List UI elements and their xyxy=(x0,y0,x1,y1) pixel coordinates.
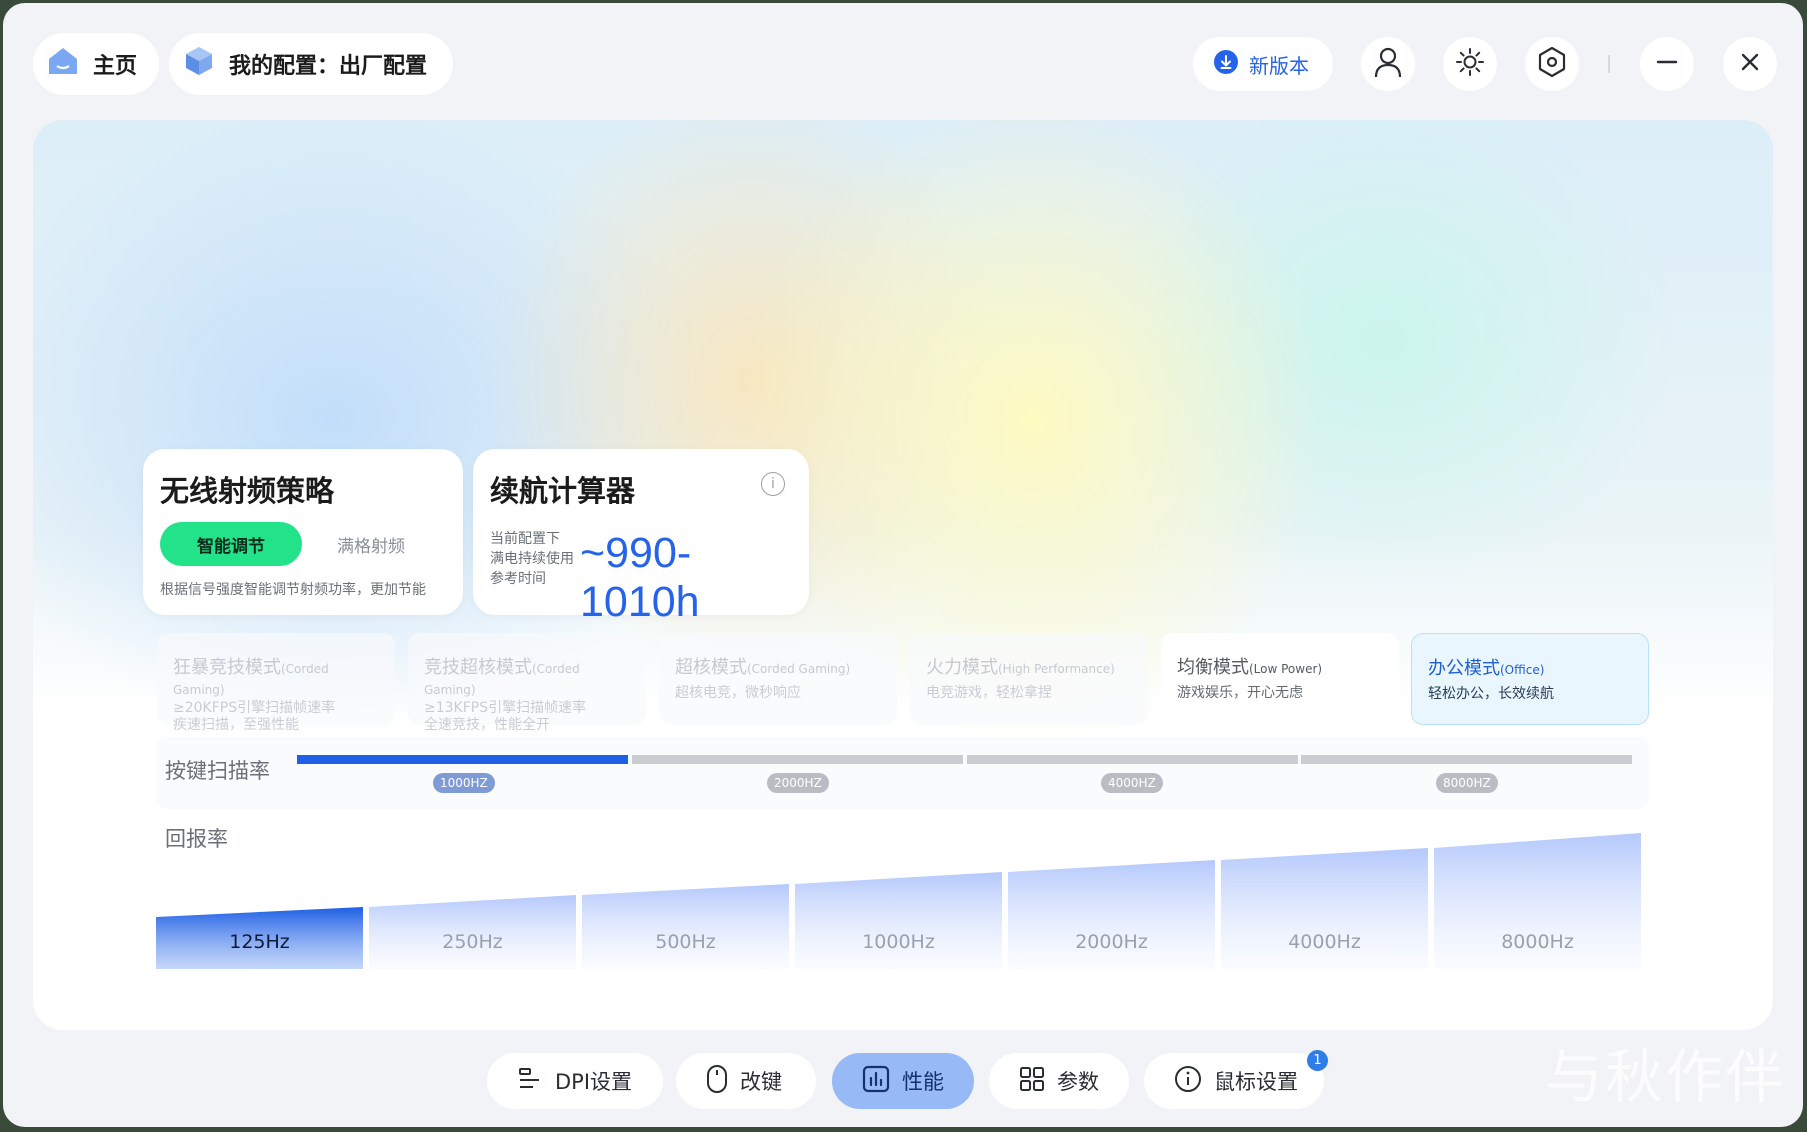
new-version-label: 新版本 xyxy=(1249,53,1309,78)
mode-sub: ≥13KFPS引擎扫描帧速率 xyxy=(424,700,587,716)
home-icon xyxy=(47,46,79,82)
nav-performance[interactable]: 性能 xyxy=(832,1053,974,1109)
mode-english: (Office) xyxy=(1500,663,1545,677)
wireless-strategy-card: 无线射频策略 智能调节 满格射频 根据信号强度智能调节射频功率，更加节能 xyxy=(143,449,463,615)
wireless-title: 无线射频策略 xyxy=(160,474,335,508)
cube-icon xyxy=(183,45,215,83)
header-divider xyxy=(1608,55,1610,73)
nav-mouse-label: 鼠标设置 xyxy=(1214,1070,1298,1094)
rate-bar-1000[interactable] xyxy=(795,872,1002,969)
mode-ultra[interactable]: 超核模式(Corded Gaming) 超核电竞，微秒响应 xyxy=(659,633,897,725)
mouse-icon xyxy=(706,1064,728,1099)
mode-name: 办公模式 xyxy=(1428,658,1500,679)
report-rate-selector xyxy=(156,833,1641,969)
info-circle-icon xyxy=(1174,1065,1202,1098)
scan-segment-1000[interactable] xyxy=(297,755,628,764)
mode-office[interactable]: 办公模式(Office) 轻松办公，长效续航 xyxy=(1411,633,1649,725)
scan-tick-4000: 4000HZ xyxy=(1101,773,1163,793)
scan-segment-4000[interactable] xyxy=(967,755,1298,764)
mode-english: (Low Power) xyxy=(1249,662,1323,676)
full-power-option[interactable]: 满格射频 xyxy=(311,522,431,566)
settings-button[interactable] xyxy=(1525,37,1579,91)
config-selector[interactable]: 我的配置：出厂配置 xyxy=(169,33,454,95)
info-icon[interactable]: i xyxy=(761,472,785,496)
mode-name: 均衡模式 xyxy=(1177,657,1249,678)
scan-segment-2000[interactable] xyxy=(632,755,963,764)
battery-caption-line3: 参考时间 xyxy=(490,571,546,587)
scan-tick-2000: 2000HZ xyxy=(767,773,829,793)
dpi-icon xyxy=(517,1066,543,1097)
mode-name: 火力模式 xyxy=(926,657,998,678)
performance-chart-icon xyxy=(862,1065,890,1098)
mode-sub: 超核电竞，微秒响应 xyxy=(675,685,801,701)
home-button[interactable]: 主页 xyxy=(33,33,160,95)
nav-mouse-settings[interactable]: 鼠标设置 xyxy=(1144,1053,1324,1109)
mode-sub2: 疾速扫描，至强性能 xyxy=(173,717,299,733)
minimize-button[interactable] xyxy=(1640,37,1694,91)
close-button[interactable] xyxy=(1723,37,1777,91)
nav-parameters[interactable]: 参数 xyxy=(989,1053,1129,1109)
rate-label-4000: 4000Hz xyxy=(1288,931,1361,953)
scan-tick-1000: 1000HZ xyxy=(433,773,495,793)
nav-key-remap[interactable]: 改键 xyxy=(676,1053,816,1109)
download-icon xyxy=(1213,49,1239,80)
mode-firepower[interactable]: 火力模式(High Performance) 电竞游戏，轻松拿捏 xyxy=(910,633,1148,725)
config-label: 我的配置：出厂配置 xyxy=(229,54,428,79)
sun-icon xyxy=(1455,47,1485,81)
rate-label-8000: 8000Hz xyxy=(1501,931,1574,953)
rate-label-2000: 2000Hz xyxy=(1075,931,1148,953)
scan-segment-8000[interactable] xyxy=(1301,755,1632,764)
hexagon-settings-icon xyxy=(1537,46,1567,82)
smart-adjust-option[interactable]: 智能调节 xyxy=(160,522,302,566)
grid-icon xyxy=(1019,1066,1045,1097)
battery-calculator-card: 续航计算器 i 当前配置下 满电持续使用 参考时间 ~990-1010h xyxy=(473,449,809,626)
mode-name: 竞技超核模式 xyxy=(424,657,532,678)
battery-estimate: ~990-1010h xyxy=(580,529,700,626)
account-button[interactable] xyxy=(1361,37,1415,91)
theme-button[interactable] xyxy=(1443,37,1497,91)
scan-tick-8000: 8000HZ xyxy=(1436,773,1498,793)
nav-remap-label: 改键 xyxy=(740,1070,782,1094)
rate-label-500: 500Hz xyxy=(655,931,716,953)
mode-sub: 轻松办公，长效续航 xyxy=(1428,686,1554,702)
mode-sub: 电竞游戏，轻松拿捏 xyxy=(926,685,1052,701)
user-icon xyxy=(1373,46,1403,82)
home-label: 主页 xyxy=(93,54,138,79)
key-scan-rate-row: 按键扫描率 1000HZ 2000HZ 4000HZ 8000HZ xyxy=(156,737,1649,809)
nav-dpi-settings[interactable]: DPI设置 xyxy=(487,1053,663,1109)
nav-performance-label: 性能 xyxy=(902,1070,944,1094)
rate-label-125: 125Hz xyxy=(229,931,290,953)
battery-title: 续航计算器 xyxy=(490,474,636,508)
new-version-button[interactable]: 新版本 xyxy=(1193,37,1333,91)
watermark-text: 与秋作伴 xyxy=(1545,1043,1786,1111)
nav-dpi-label: DPI设置 xyxy=(555,1070,633,1094)
notification-badge: 1 xyxy=(1307,1050,1328,1071)
key-scan-rate-label: 按键扫描率 xyxy=(165,759,270,783)
battery-caption-line1: 当前配置下 xyxy=(490,531,560,547)
mode-sub: 游戏娱乐，开心无虑 xyxy=(1177,685,1303,701)
mode-name: 超核模式 xyxy=(675,657,747,678)
mode-name: 狂暴竞技模式 xyxy=(173,657,281,678)
mode-english: (Corded Gaming) xyxy=(747,662,851,676)
app-window: 主页 我的配置：出厂配置 新版本 无线射频策略 智能调节 满格射频 根据信号强度… xyxy=(3,3,1803,1127)
rate-bar-500[interactable] xyxy=(582,884,789,969)
rate-label-250: 250Hz xyxy=(442,931,503,953)
nav-parameters-label: 参数 xyxy=(1057,1070,1099,1094)
mode-english: (High Performance) xyxy=(998,662,1115,676)
battery-caption-line2: 满电持续使用 xyxy=(490,551,574,567)
mode-frenzy[interactable]: 狂暴竞技模式(Corded Gaming) ≥20KFPS引擎扫描帧速率 疾速扫描… xyxy=(157,633,395,733)
mode-competitive-ultra[interactable]: 竞技超核模式(Corded Gaming) ≥13KFPS引擎扫描帧速率 全速竞技… xyxy=(408,633,646,733)
mode-sub2: 全速竞技，性能全开 xyxy=(424,717,550,733)
battery-caption: 当前配置下 满电持续使用 参考时间 xyxy=(490,529,574,589)
wireless-description: 根据信号强度智能调节射频功率，更加节能 xyxy=(160,582,426,598)
close-icon xyxy=(1738,50,1762,78)
minimize-icon xyxy=(1655,50,1679,78)
rate-label-1000: 1000Hz xyxy=(862,931,935,953)
mode-sub: ≥20KFPS引擎扫描帧速率 xyxy=(173,700,336,716)
mode-balanced[interactable]: 均衡模式(Low Power) 游戏娱乐，开心无虑 xyxy=(1161,633,1399,725)
